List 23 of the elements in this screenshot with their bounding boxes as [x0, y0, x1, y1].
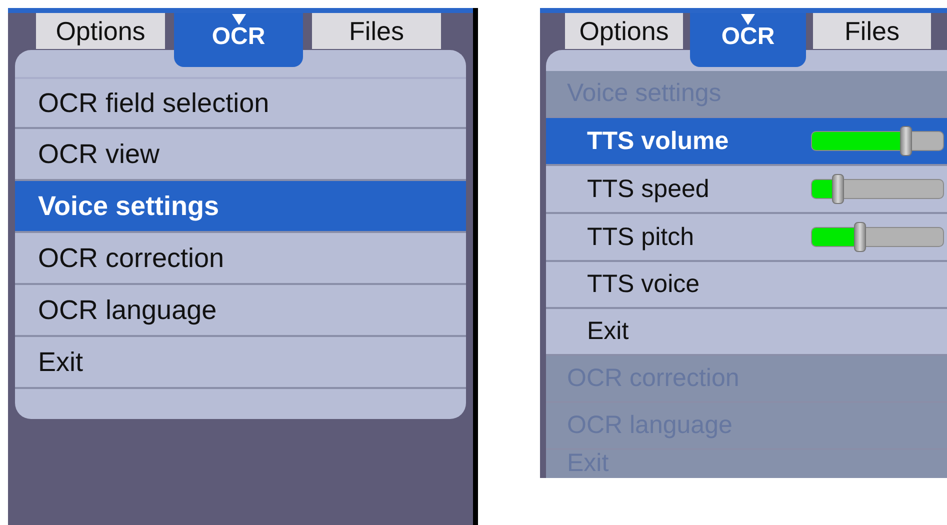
slider-thumb[interactable]	[854, 222, 866, 252]
setting-label: TTS volume	[587, 126, 730, 156]
triangle-icon	[232, 14, 246, 25]
menu-item[interactable]: Voice settings	[15, 181, 466, 233]
submenu-item[interactable]: TTS volume	[546, 118, 947, 166]
submenu-item[interactable]: TTS pitch	[546, 214, 947, 262]
tab[interactable]: Files	[312, 13, 441, 49]
setting-label: TTS speed	[587, 174, 710, 204]
setting-label: TTS pitch	[587, 222, 695, 252]
menu-item[interactable]: OCR language	[15, 285, 466, 337]
slider-thumb[interactable]	[832, 174, 844, 204]
menu-item[interactable]: OCR field selection	[15, 77, 466, 129]
tab[interactable]: Options	[36, 13, 165, 49]
tab[interactable]: Files	[813, 13, 931, 49]
submenu-item[interactable]: TTS speed	[546, 166, 947, 214]
triangle-icon	[741, 14, 755, 25]
tab[interactable]: Options	[565, 13, 683, 49]
submenu-item[interactable]: TTS voice	[546, 262, 947, 309]
slider-thumb[interactable]	[900, 126, 912, 156]
tab[interactable]: OCR	[690, 13, 806, 67]
menu-item[interactable]: OCR correction	[15, 233, 466, 285]
tab[interactable]: OCR	[174, 13, 303, 67]
menu-item[interactable]: Exit	[15, 337, 466, 389]
